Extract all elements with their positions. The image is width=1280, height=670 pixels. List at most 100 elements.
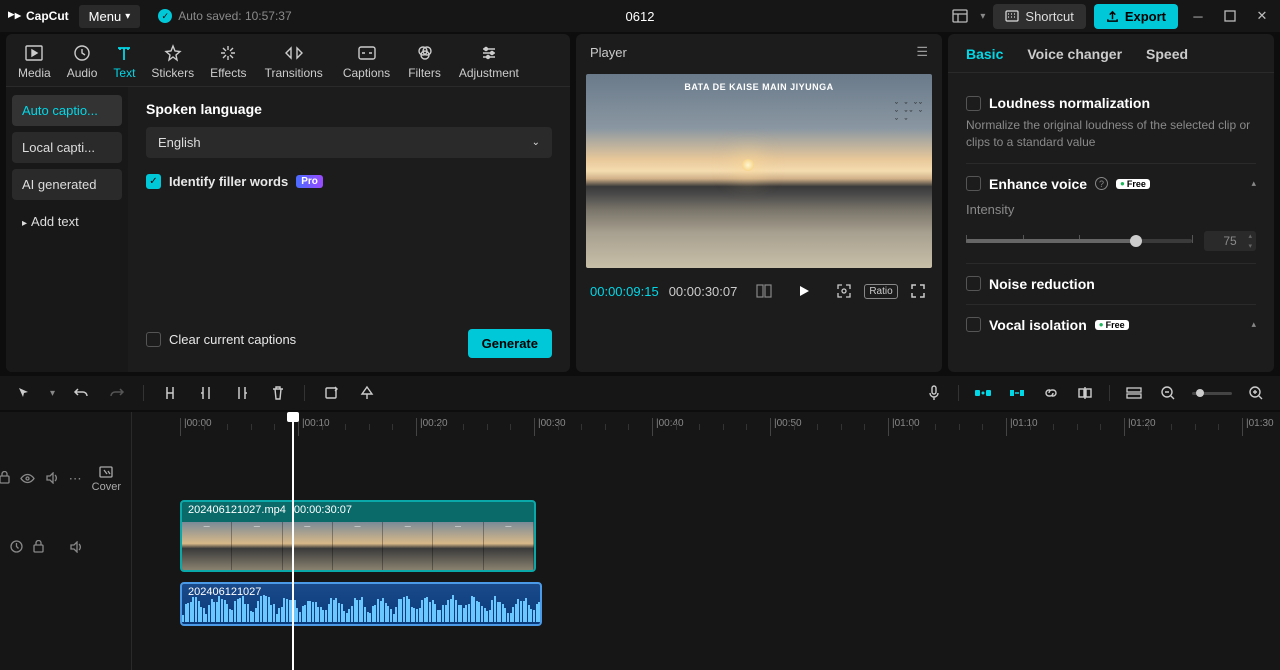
track-view-icon[interactable]	[1124, 383, 1144, 403]
tab-filters[interactable]: Filters	[400, 40, 449, 86]
titlebar: CapCut Menu▾ ✓ Auto saved: 10:57:37 0612…	[0, 0, 1280, 32]
timeline-ruler[interactable]: |00:00|00:10|00:20|00:30|00:40|00:50|01:…	[132, 412, 1280, 442]
tab-voice-changer[interactable]: Voice changer	[1027, 46, 1122, 62]
spoken-language-label: Spoken language	[146, 101, 552, 117]
loudness-title: Loudness normalization	[989, 95, 1150, 111]
filler-words-checkbox[interactable]: ✓	[146, 174, 161, 189]
playhead[interactable]	[292, 412, 294, 670]
video-clip[interactable]: 202406121027.mp400:00:30:07	[180, 500, 536, 572]
autosave-status: ✓ Auto saved: 10:57:37	[158, 9, 291, 23]
ratio-button[interactable]: Ratio	[864, 284, 897, 299]
tab-media[interactable]: Media	[10, 40, 59, 86]
timeline: ⋯ Cover |00:00|00:10|00:20|00:30|00:40|0…	[0, 412, 1280, 670]
export-button[interactable]: Export	[1094, 4, 1178, 29]
free-badge: Free	[1116, 179, 1150, 189]
magnet-main-icon[interactable]	[973, 383, 993, 403]
enhance-checkbox[interactable]	[966, 176, 981, 191]
compare-icon[interactable]	[753, 280, 773, 302]
player-title: Player	[590, 45, 627, 60]
split-icon[interactable]	[160, 383, 180, 403]
undo-icon[interactable]	[71, 383, 91, 403]
info-icon[interactable]: ?	[1095, 177, 1108, 190]
player-viewport[interactable]: ˇ ˇ ˇˇ ˇ ˇˇ ˇˇ ˇ BATA DE KAISE MAIN JIYU…	[586, 74, 932, 268]
sidebar-item-ai-generated[interactable]: AI generated	[12, 169, 122, 200]
menu-button[interactable]: Menu▾	[79, 5, 141, 28]
minimize-icon[interactable]: ─	[1186, 4, 1210, 28]
audio-clip[interactable]: 202406121027	[180, 582, 542, 626]
link-icon[interactable]	[1041, 383, 1061, 403]
mute-icon[interactable]	[45, 472, 59, 487]
intensity-label: Intensity	[966, 202, 1256, 217]
clear-captions-label: Clear current captions	[169, 332, 296, 347]
timeline-toolbar: ▾	[0, 376, 1280, 410]
video-subtitle: BATA DE KAISE MAIN JIYUNGA	[586, 82, 932, 92]
tab-adjustment[interactable]: Adjustment	[449, 40, 529, 86]
pro-badge: Pro	[296, 175, 323, 188]
sidebar-item-add-text[interactable]: ▸Add text	[12, 206, 122, 237]
split-left-icon[interactable]	[196, 383, 216, 403]
zoom-out-icon[interactable]	[1158, 383, 1178, 403]
video-track-head: ⋯ Cover	[0, 444, 131, 514]
cursor-tool-icon[interactable]	[14, 383, 34, 403]
mirror-icon[interactable]	[321, 383, 341, 403]
generate-button[interactable]: Generate	[468, 329, 552, 358]
vocal-checkbox[interactable]	[966, 317, 981, 332]
shortcut-button[interactable]: Shortcut	[993, 4, 1085, 29]
crop-icon[interactable]	[357, 383, 377, 403]
cover-button[interactable]: Cover	[92, 465, 121, 493]
check-icon: ✓	[158, 9, 172, 23]
tab-stickers[interactable]: Stickers	[143, 40, 202, 86]
split-right-icon[interactable]	[232, 383, 252, 403]
collapse-icon[interactable]: ▴	[1251, 319, 1256, 330]
mic-icon[interactable]	[924, 383, 944, 403]
delete-icon[interactable]	[268, 383, 288, 403]
tab-transitions[interactable]: Transitions	[255, 40, 333, 86]
project-title: 0612	[626, 9, 655, 24]
redo-icon[interactable]	[107, 383, 127, 403]
free-badge: Free	[1095, 320, 1129, 330]
clear-captions-checkbox[interactable]	[146, 332, 161, 347]
lock-icon[interactable]	[0, 471, 10, 487]
tab-effects[interactable]: Effects	[202, 40, 254, 86]
intensity-value[interactable]: 75▴▾	[1204, 231, 1256, 251]
sidebar-item-local-captions[interactable]: Local capti...	[12, 132, 122, 163]
sidebar-item-auto-captions[interactable]: Auto captio...	[12, 95, 122, 126]
fullscreen-icon[interactable]	[908, 280, 928, 302]
tab-speed[interactable]: Speed	[1146, 46, 1188, 62]
tab-audio[interactable]: Audio	[59, 40, 106, 86]
tab-captions[interactable]: Captions	[333, 40, 400, 86]
play-button[interactable]	[794, 280, 814, 302]
media-panel: Media Audio Text Stickers Effects Transi…	[6, 34, 570, 372]
loudness-checkbox[interactable]	[966, 96, 981, 111]
preview-cut-icon[interactable]	[1075, 383, 1095, 403]
magnet-track-icon[interactable]	[1007, 383, 1027, 403]
current-time: 00:00:09:15	[590, 284, 659, 299]
layout-icon[interactable]	[948, 4, 972, 28]
app-logo: CapCut	[6, 8, 69, 24]
close-icon[interactable]: ✕	[1250, 4, 1274, 28]
eye-icon[interactable]	[20, 472, 35, 487]
total-time: 00:00:30:07	[669, 284, 738, 299]
enhance-title: Enhance voice	[989, 176, 1087, 192]
player-panel: Player ☰ ˇ ˇ ˇˇ ˇ ˇˇ ˇˇ ˇ BATA DE KAISE …	[576, 34, 942, 372]
zoom-in-icon[interactable]	[1246, 383, 1266, 403]
loudness-desc: Normalize the original loudness of the s…	[966, 117, 1256, 151]
language-select[interactable]: English⌄	[146, 127, 552, 158]
voiceover-icon[interactable]	[10, 540, 23, 556]
maximize-icon[interactable]	[1218, 4, 1242, 28]
mute-icon[interactable]	[69, 541, 83, 556]
noise-title: Noise reduction	[989, 276, 1095, 292]
tab-basic[interactable]: Basic	[966, 46, 1003, 62]
collapse-icon[interactable]: ▴	[1251, 178, 1256, 189]
zoom-slider[interactable]	[1192, 392, 1232, 395]
filler-words-label: Identify filler words	[169, 174, 288, 189]
more-icon[interactable]: ⋯	[69, 471, 82, 487]
intensity-slider[interactable]	[966, 239, 1192, 243]
lock-icon[interactable]	[33, 540, 44, 556]
scale-icon[interactable]	[834, 280, 854, 302]
noise-checkbox[interactable]	[966, 276, 981, 291]
tool-tabs: Media Audio Text Stickers Effects Transi…	[6, 34, 570, 86]
player-menu-icon[interactable]: ☰	[916, 44, 928, 60]
properties-panel: Basic Voice changer Speed Loudness norma…	[948, 34, 1274, 372]
tab-text[interactable]: Text	[105, 40, 143, 86]
